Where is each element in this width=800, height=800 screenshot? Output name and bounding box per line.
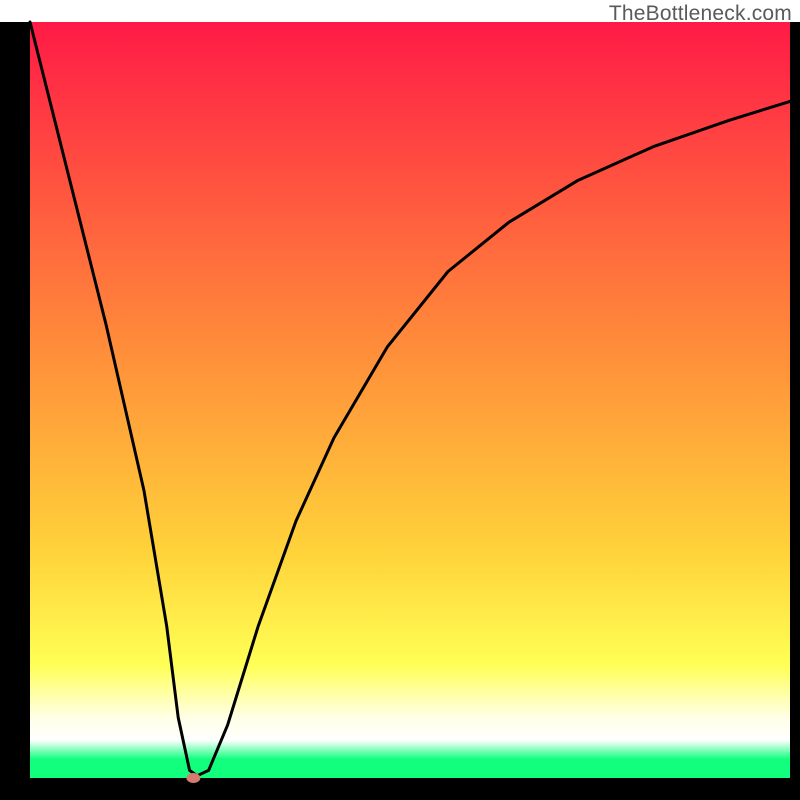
- chart-svg: [0, 0, 800, 800]
- chart-container: TheBottleneck.com: [0, 0, 800, 800]
- watermark-label: TheBottleneck.com: [609, 2, 792, 26]
- optimal-marker-icon: [186, 773, 200, 783]
- plot-area: [30, 22, 790, 778]
